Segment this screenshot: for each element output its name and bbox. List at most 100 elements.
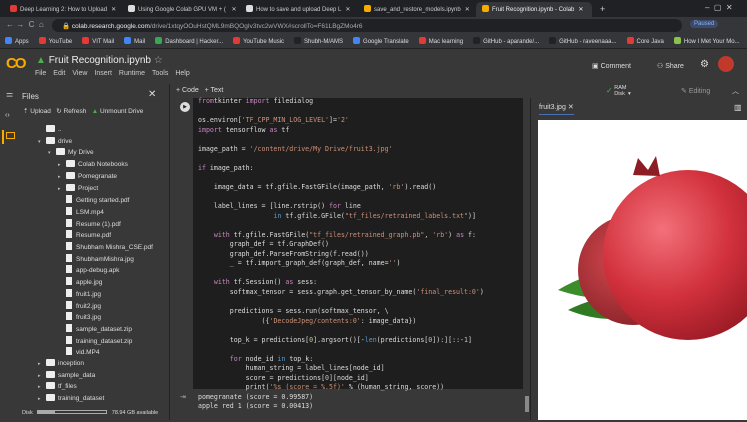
expand-arrow-icon[interactable]: ▸ bbox=[38, 373, 46, 379]
close-tab-icon[interactable]: ✕ bbox=[568, 104, 574, 111]
folder-item[interactable]: ▸ Project bbox=[58, 183, 98, 195]
file-item[interactable]: apple.jpg bbox=[58, 277, 102, 288]
browser-tab[interactable]: Deep Learning 2: How to Upload ✕ bbox=[4, 2, 120, 17]
folder-item[interactable]: ▸ tf_files bbox=[38, 382, 77, 393]
expand-arrow-icon[interactable]: ▸ bbox=[38, 396, 46, 402]
star-icon[interactable]: ☆ bbox=[154, 55, 163, 66]
file-item[interactable]: Shubham Mishra_CSE.pdf bbox=[58, 242, 153, 253]
folder-item[interactable]: .. bbox=[38, 125, 62, 136]
bookmark[interactable]: Mac learning bbox=[418, 34, 463, 45]
code-token: '%s (score = %.5f)' bbox=[269, 383, 345, 392]
file-item[interactable]: app-debug.apk bbox=[58, 265, 119, 276]
profile-paused[interactable]: Paused bbox=[690, 20, 719, 28]
bookmark[interactable]: Mail bbox=[124, 34, 145, 45]
file-item[interactable]: Resume (1).pdf bbox=[58, 218, 121, 230]
bookmark[interactable]: Apps bbox=[5, 34, 29, 45]
menu-file[interactable]: File bbox=[35, 70, 46, 77]
bookmark[interactable]: GitHub - aparande/... bbox=[473, 34, 539, 45]
bookmark[interactable]: How I Met Your Mo... bbox=[673, 34, 740, 45]
upload-button[interactable]: ⇡ Upload bbox=[23, 108, 51, 115]
colab-logo[interactable]: CO bbox=[6, 55, 26, 72]
close-tab-icon[interactable]: ✕ bbox=[345, 7, 350, 13]
close-tab-icon[interactable]: ✕ bbox=[232, 7, 237, 13]
menu-view[interactable]: View bbox=[72, 70, 87, 77]
collapse-header-icon[interactable]: ︿ bbox=[732, 86, 739, 96]
file-item[interactable]: LSM.mp4 bbox=[58, 206, 104, 218]
close-files-icon[interactable]: ✕ bbox=[148, 89, 156, 100]
bookmark[interactable]: VIT Mail bbox=[82, 34, 114, 45]
add-text-button[interactable]: + Text bbox=[205, 87, 224, 94]
share-button[interactable]: ⚇ Share bbox=[657, 62, 684, 70]
browser-tab[interactable]: save_and_restore_models.ipynb ✕ bbox=[358, 2, 474, 17]
viewer-tab[interactable]: fruit3.jpg ✕ bbox=[539, 103, 574, 115]
expand-arrow-icon[interactable]: ▸ bbox=[58, 186, 66, 192]
menu-help[interactable]: Help bbox=[175, 70, 189, 77]
bookmark[interactable]: GitHub - raveenaaa... bbox=[549, 34, 617, 45]
code-token: ) bbox=[448, 230, 457, 239]
output-scrollbar[interactable] bbox=[525, 396, 529, 412]
expand-arrow-icon[interactable]: ▾ bbox=[48, 150, 56, 156]
folder-item[interactable]: ▸ sample_data bbox=[38, 370, 95, 382]
run-cell-button[interactable]: ▶ bbox=[180, 102, 190, 112]
browser-tab[interactable]: Using Google Colab GPU VM + ( ✕ bbox=[122, 2, 238, 17]
resources-indicator[interactable]: ✓ RAM Disk ▾ bbox=[606, 85, 631, 97]
menu-runtime[interactable]: Runtime bbox=[119, 70, 145, 77]
layout-icon[interactable]: ▥ bbox=[734, 103, 742, 112]
file-item[interactable]: sample_dataset.zip bbox=[58, 323, 132, 335]
left-icon-strip: ‹› bbox=[0, 98, 20, 420]
folder-item[interactable]: ▸ training_dataset bbox=[38, 394, 104, 405]
unmount-drive-button[interactable]: ▲ Unmount Drive bbox=[92, 108, 144, 115]
notebook-title[interactable]: ▲ Fruit Recognition.ipynb ☆ bbox=[36, 55, 163, 66]
folder-item[interactable]: ▾ My Drive bbox=[48, 148, 94, 159]
browser-tab[interactable]: Fruit Recognition.ipynb - Colab ✕ bbox=[476, 2, 592, 17]
close-tab-icon[interactable]: ✕ bbox=[578, 7, 583, 13]
folder-item[interactable]: ▸ Colab Notebooks bbox=[58, 160, 128, 171]
add-code-button[interactable]: + Code bbox=[176, 87, 199, 94]
folder-icon[interactable] bbox=[6, 132, 15, 139]
file-item[interactable]: Getting started.pdf bbox=[58, 195, 129, 206]
menu-insert[interactable]: Insert bbox=[94, 70, 112, 77]
bookmark[interactable]: Google Translate bbox=[353, 34, 409, 45]
code-editor[interactable]: fromtkinter import filedialog os.environ… bbox=[198, 97, 484, 393]
folder-item[interactable]: ▸ inception bbox=[38, 359, 84, 370]
bookmark[interactable]: YouTube bbox=[38, 34, 72, 45]
new-tab-button[interactable]: + bbox=[594, 1, 611, 16]
folder-item[interactable]: ▾ drive bbox=[38, 136, 72, 148]
file-item[interactable]: ShubhamMishra.jpg bbox=[58, 253, 134, 265]
comment-button[interactable]: ▣ Comment bbox=[592, 62, 631, 70]
expand-arrow-icon[interactable]: ▸ bbox=[58, 162, 66, 168]
file-item[interactable]: fruit2.jpg bbox=[58, 300, 101, 312]
folder-item[interactable]: ▸ Pomegranate bbox=[58, 171, 117, 183]
menu-tools[interactable]: Tools bbox=[152, 70, 168, 77]
item-name: training_dataset bbox=[58, 395, 105, 403]
refresh-button[interactable]: ↻ Refresh bbox=[56, 108, 86, 115]
editing-button[interactable]: ✎ Editing bbox=[681, 87, 710, 95]
file-item[interactable]: fruit3.jpg bbox=[58, 312, 101, 323]
url-bar[interactable]: 🔒 colab.research.google.com/drive/1xtqyO… bbox=[52, 19, 682, 32]
menu-edit[interactable]: Edit bbox=[53, 70, 65, 77]
bookmark[interactable]: Dashboard | Hacker... bbox=[155, 34, 223, 45]
file-item[interactable]: training_dataset.zip bbox=[58, 335, 132, 347]
browser-tab[interactable]: How to save and upload Deep L ✕ bbox=[240, 2, 356, 17]
file-item[interactable]: Resume.pdf bbox=[58, 230, 111, 241]
bookmark[interactable]: YouTube Music bbox=[233, 34, 284, 45]
gear-icon[interactable]: ⚙ bbox=[700, 59, 709, 70]
bookmark[interactable]: Shubh-M/AMS bbox=[294, 34, 343, 45]
nav-buttons[interactable]: ← → C ⌂ bbox=[6, 20, 44, 29]
avatar[interactable] bbox=[718, 56, 734, 72]
file-item[interactable]: fruit1.jpg bbox=[58, 288, 101, 300]
window-controls[interactable]: – ▢ ✕ bbox=[705, 3, 733, 12]
bookmark[interactable]: Core Java bbox=[626, 34, 664, 45]
close-tab-icon[interactable]: ✕ bbox=[465, 7, 470, 13]
expand-arrow-icon[interactable]: ▾ bbox=[38, 139, 46, 145]
expand-arrow-icon[interactable]: ▸ bbox=[38, 384, 46, 390]
code-snippets-icon[interactable]: ‹› bbox=[5, 112, 10, 119]
expand-arrow-icon[interactable]: ▸ bbox=[58, 174, 66, 180]
file-item[interactable]: vid.MP4 bbox=[58, 347, 99, 358]
close-tab-icon[interactable]: ✕ bbox=[111, 7, 116, 13]
expand-arrow-icon[interactable]: ▸ bbox=[38, 361, 46, 367]
bookmarks-bar: Apps YouTube VIT Mail Mail Dashboard | Hacke… bbox=[0, 34, 747, 49]
browser-tab-bar: Deep Learning 2: How to Upload ✕ Using Goo… bbox=[0, 0, 747, 17]
code-token: import bbox=[245, 97, 270, 105]
